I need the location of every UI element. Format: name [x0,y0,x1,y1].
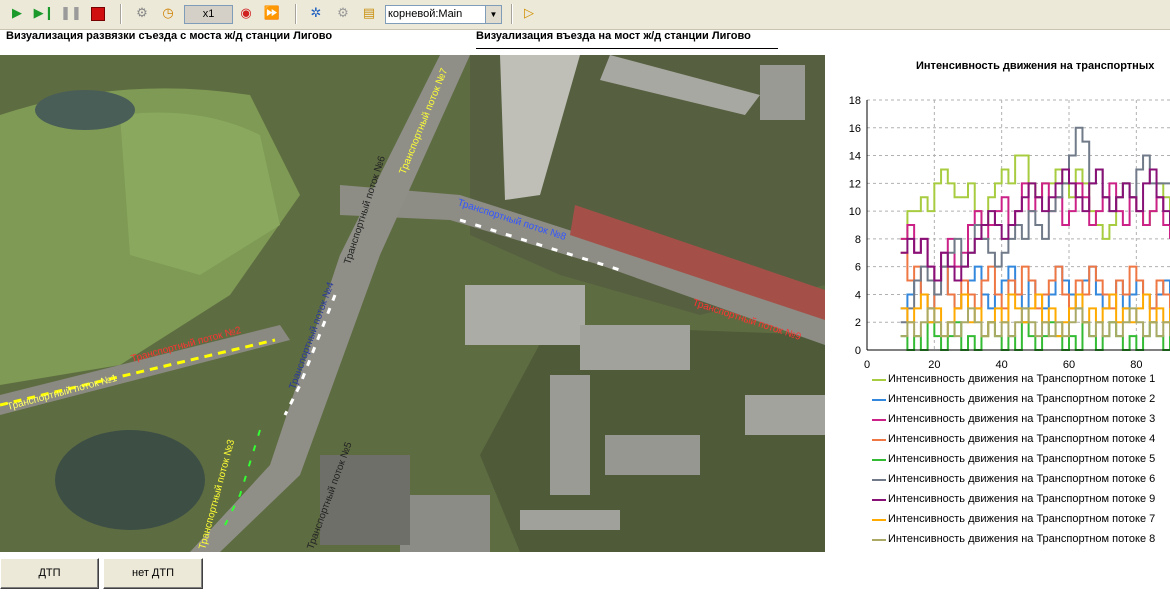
chart-title: Интенсивность движения на транспортных [916,60,1155,72]
chart-plot: 0 2 4 6 8 10 12 14 16 18 0 20 40 60 80 [849,95,1170,370]
legend-swatch [872,459,886,461]
chevron-down-icon[interactable]: ▼ [485,6,501,23]
x-tick-label: 60 [1063,359,1075,370]
record-icon[interactable]: ◉ [237,5,255,23]
legend-swatch [872,419,886,421]
legend-label: Интенсивность движения на Транспортном п… [888,413,1156,425]
x-tick-label: 0 [864,359,870,370]
x-tick-label: 20 [928,359,940,370]
legend-label: Интенсивность движения на Транспортном п… [888,433,1156,445]
aerial-map[interactable]: Транспортный поток №1 Транспортный поток… [0,55,825,552]
accident-button[interactable]: ДТП [0,558,99,589]
legend-swatch [872,439,886,441]
gear-icon[interactable]: ⚙ [334,5,352,23]
y-tick-label: 18 [849,95,861,107]
context-select-value: корневой:Main [388,8,463,20]
legend-swatch [872,519,886,521]
context-select[interactable]: корневой:Main ▼ [385,5,502,24]
legend-label: Интенсивность движения на Транспортном п… [888,453,1156,465]
legend-label: Интенсивность движения на Транспортном п… [888,473,1156,485]
debug-icon[interactable]: ▷ [520,5,538,23]
toolbar-separator [120,4,122,24]
x-tick-label: 80 [1130,359,1142,370]
legend-label: Интенсивность движения на Транспортном п… [888,393,1156,405]
y-tick-label: 10 [849,206,861,218]
legend-swatch [872,479,886,481]
legend-swatch [872,539,886,541]
tools-icon[interactable]: ✲ [307,5,325,23]
y-tick-label: 6 [855,262,861,274]
stop-icon[interactable] [89,5,107,23]
no-accident-button[interactable]: нет ДТП [103,558,203,589]
legend-label: Интенсивность движения на Транспортном п… [888,493,1156,505]
toolbar-separator [295,4,297,24]
x-tick-label: 40 [996,359,1008,370]
legend-swatch [872,399,886,401]
y-tick-label: 2 [855,317,861,329]
pause-icon[interactable]: ❚❚ [60,5,82,23]
toolbar-separator [511,4,513,24]
y-tick-label: 12 [849,178,861,190]
legend-label: Интенсивность движения на Транспортном п… [888,533,1156,545]
legend-label: Интенсивность движения на Транспортном п… [888,513,1156,525]
legend-swatch [872,499,886,501]
play-icon[interactable]: ▶ [8,5,26,23]
view-link-right[interactable]: Визуализация въезда на мост ж/д станции … [476,30,751,42]
speed-field[interactable]: x1 [184,5,233,24]
active-view-underline [476,48,778,49]
legend-swatch [872,379,886,381]
view-link-left[interactable]: Визуализация развязки съезда с моста ж/д… [6,30,332,42]
clock-icon[interactable]: ◷ [159,5,177,23]
y-tick-label: 0 [855,345,861,357]
y-tick-label: 16 [849,123,861,135]
y-tick-label: 8 [855,234,861,246]
settings-icon[interactable]: ⚙ [133,5,151,23]
step-icon[interactable]: ▶❙ [34,5,55,23]
y-tick-label: 14 [849,151,861,163]
folder-icon[interactable]: ▤ [360,5,378,23]
y-tick-label: 4 [855,289,861,301]
toolbar: ▶ ▶❙ ❚❚ ⚙ ◷ x1 ◉ ⏩ ✲ ⚙ ▤ корневой:Main ▼… [0,0,1170,30]
legend-label: Интенсивность движения на Транспортном п… [888,373,1156,385]
map-canvas: Транспортный поток №1 Транспортный поток… [0,55,825,552]
fast-forward-icon[interactable]: ⏩ [263,5,281,23]
